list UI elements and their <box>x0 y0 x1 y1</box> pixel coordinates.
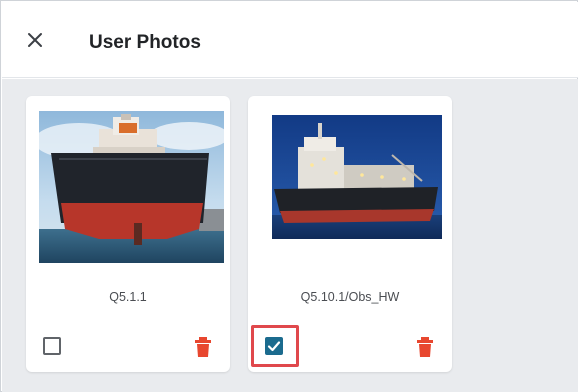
dialog-header: User Photos <box>2 2 578 78</box>
photo-caption: Q5.10.1/Obs_HW <box>300 290 400 304</box>
trash-icon <box>195 337 211 357</box>
ship-dusk-photo <box>272 115 442 239</box>
photo-grid: Q5.1.1 Q5.10.1/Obs_HW <box>2 79 578 392</box>
photo-thumbnail[interactable] <box>39 111 224 263</box>
delete-button[interactable] <box>416 336 434 358</box>
select-checkbox[interactable] <box>265 337 283 355</box>
photo-caption: Q5.1.1 <box>109 290 147 304</box>
trash-icon <box>417 337 433 357</box>
check-icon <box>267 341 281 352</box>
user-photos-dialog: User Photos Q5.1.1 Q5.10.1/Obs_HW <box>0 0 578 392</box>
photo-card: Q5.10.1/Obs_HW <box>248 96 452 372</box>
photo-card: Q5.1.1 <box>26 96 230 372</box>
close-button[interactable] <box>24 29 46 51</box>
dialog-title: User Photos <box>89 32 201 53</box>
photo-thumbnail[interactable] <box>272 115 442 239</box>
close-icon <box>28 33 42 47</box>
delete-button[interactable] <box>194 336 212 358</box>
select-checkbox[interactable] <box>43 337 61 355</box>
ship-stern-photo <box>39 111 224 263</box>
